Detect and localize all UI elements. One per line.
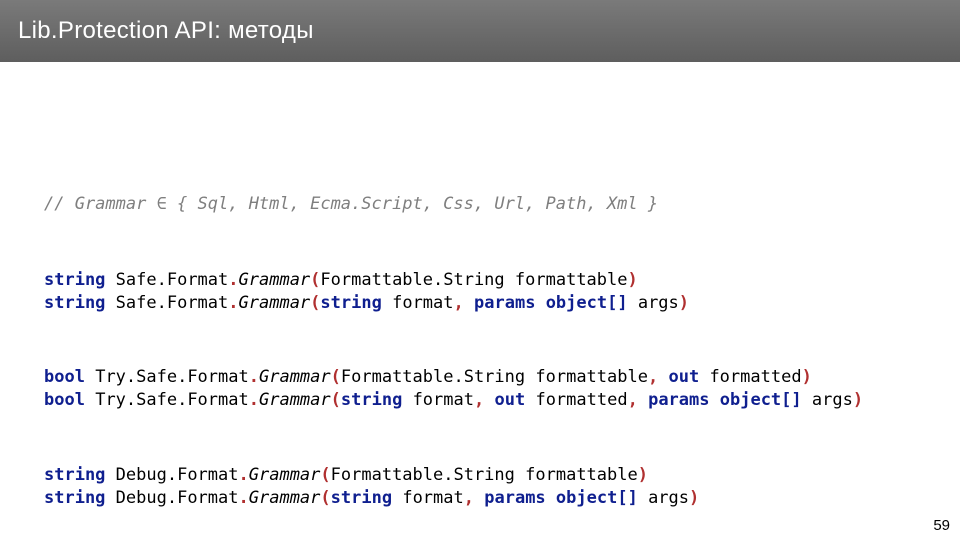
param-args: args <box>812 390 853 410</box>
dot: . <box>239 465 249 485</box>
safeformat-name: Safe.Format <box>116 270 229 290</box>
kw-string: string <box>341 390 402 410</box>
kw-string: string <box>320 293 381 313</box>
param-args: args <box>648 488 689 508</box>
grammar-ident: Grammar <box>249 465 321 485</box>
kw-bool: bool <box>44 367 85 387</box>
param-formattable: formattable <box>515 270 628 290</box>
param-args: args <box>638 293 679 313</box>
kw-string: string <box>44 488 105 508</box>
param-format: format <box>402 488 463 508</box>
lparen: ( <box>331 367 341 387</box>
kw-object-arr: object[] <box>556 488 638 508</box>
param-formatted: formatted <box>709 367 801 387</box>
grammar-ident: Grammar <box>249 488 321 508</box>
debugformat-name: Debug.Format <box>116 465 239 485</box>
kw-params: params <box>484 488 545 508</box>
param-formattable: formattable <box>535 367 648 387</box>
param-format: format <box>392 293 453 313</box>
lparen: ( <box>331 390 341 410</box>
kw-params: params <box>648 390 709 410</box>
dot: . <box>228 270 238 290</box>
type-formattablestring: Formattable.String <box>331 465 515 485</box>
grammar-ident: Grammar <box>239 270 311 290</box>
debugformat-block: string Debug.Format.Grammar(Formattable.… <box>44 464 916 510</box>
kw-string: string <box>44 270 105 290</box>
dot: . <box>249 390 259 410</box>
param-format: format <box>413 390 474 410</box>
lparen: ( <box>320 465 330 485</box>
lparen: ( <box>310 293 320 313</box>
kw-object-arr: object[] <box>546 293 628 313</box>
dot: . <box>228 293 238 313</box>
rparen: ) <box>802 367 812 387</box>
grammar-ident: Grammar <box>259 367 331 387</box>
rparen: ) <box>689 488 699 508</box>
rparen: ) <box>628 270 638 290</box>
trysafeformat-name: Try.Safe.Format <box>95 390 249 410</box>
grammar-ident: Grammar <box>239 293 311 313</box>
comma: , <box>628 390 638 410</box>
comma: , <box>464 488 474 508</box>
slide-title: Lib.Protection API: методы <box>18 17 314 45</box>
kw-params: params <box>474 293 535 313</box>
grammar-ident: Grammar <box>259 390 331 410</box>
dot: . <box>239 488 249 508</box>
kw-string: string <box>331 488 392 508</box>
comma: , <box>474 390 484 410</box>
param-formatted: formatted <box>535 390 627 410</box>
rparen: ) <box>853 390 863 410</box>
kw-out: out <box>668 367 699 387</box>
comma: , <box>454 293 464 313</box>
slide-header: Lib.Protection API: методы <box>0 0 960 62</box>
grammar-comment: // Grammar ∈ { Sql, Html, Ecma.Script, C… <box>44 194 658 214</box>
kw-out: out <box>494 390 525 410</box>
comma: , <box>648 367 658 387</box>
dot: . <box>249 367 259 387</box>
type-formattablestring: Formattable.String <box>320 270 504 290</box>
code-block: // Grammar ∈ { Sql, Html, Ecma.Script, C… <box>0 62 960 533</box>
safeformat-name: Safe.Format <box>116 293 229 313</box>
code-comment-line: // Grammar ∈ { Sql, Html, Ecma.Script, C… <box>44 193 916 216</box>
trysafeformat-block: bool Try.Safe.Format.Grammar(Formattable… <box>44 366 916 412</box>
trysafeformat-name: Try.Safe.Format <box>95 367 249 387</box>
lparen: ( <box>320 488 330 508</box>
kw-object-arr: object[] <box>720 390 802 410</box>
debugformat-name: Debug.Format <box>116 488 239 508</box>
rparen: ) <box>679 293 689 313</box>
safeformat-block: string Safe.Format.Grammar(Formattable.S… <box>44 269 916 315</box>
slide-number: 59 <box>933 517 950 534</box>
rparen: ) <box>638 465 648 485</box>
kw-string: string <box>44 293 105 313</box>
kw-bool: bool <box>44 390 85 410</box>
type-formattablestring: Formattable.String <box>341 367 525 387</box>
kw-string: string <box>44 465 105 485</box>
lparen: ( <box>310 270 320 290</box>
param-formattable: formattable <box>525 465 638 485</box>
